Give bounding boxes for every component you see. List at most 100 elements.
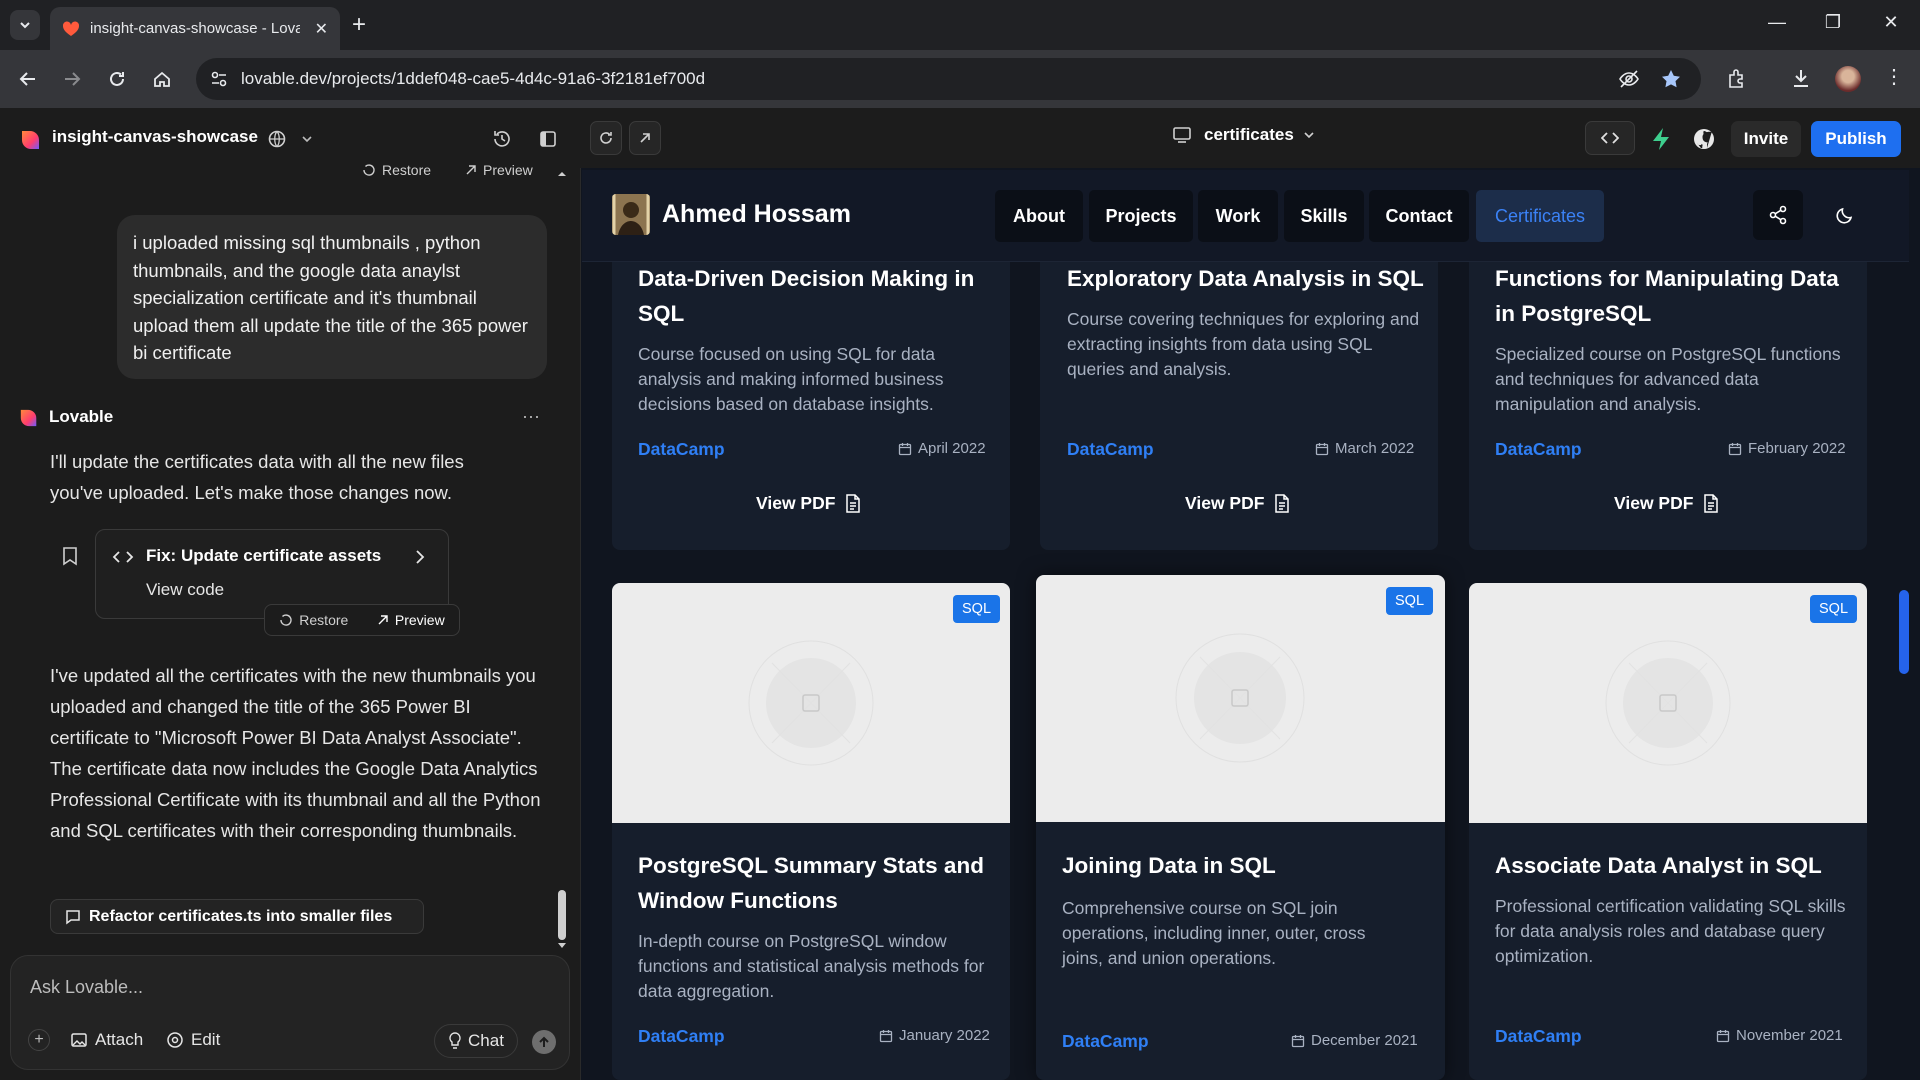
nav-certificates[interactable]: Certificates [1476, 190, 1604, 242]
minimize-button[interactable]: — [1762, 12, 1792, 33]
github-icon[interactable] [1692, 127, 1716, 151]
portrait-image [612, 194, 650, 235]
calendar-icon [1291, 1034, 1305, 1047]
certificate-thumbnail-placeholder[interactable] [1036, 575, 1445, 822]
user-message: i uploaded missing sql thumbnails , pyth… [117, 215, 547, 379]
lovable-logo-icon[interactable] [20, 129, 42, 151]
image-placeholder-icon [1605, 640, 1731, 766]
chevron-down-icon[interactable] [300, 132, 314, 146]
card-issuer[interactable]: DataCamp [638, 1026, 725, 1047]
chevron-right-icon[interactable] [414, 549, 426, 565]
file-text-icon [1275, 494, 1290, 513]
edit-label: Edit [191, 1030, 221, 1049]
restore-window-button[interactable]: ❐ [1818, 12, 1848, 33]
globe-icon[interactable] [268, 130, 286, 148]
reload-icon [110, 71, 124, 86]
sidebar-toggle-icon[interactable] [538, 129, 558, 149]
address-bar[interactable]: lovable.dev/projects/1ddef048-cae5-4d4c-… [196, 58, 1701, 100]
card-description: Course covering techniques for exploring… [1067, 309, 1420, 379]
card-title: Associate Data Analyst in SQL [1495, 853, 1822, 878]
restore-button[interactable]: Restore [279, 612, 348, 628]
share-button[interactable] [1753, 190, 1803, 240]
profile-avatar[interactable] [1835, 66, 1861, 92]
open-external-button[interactable] [629, 121, 661, 155]
publish-button[interactable]: Publish [1811, 121, 1901, 157]
view-pdf-button[interactable]: View PDF [1185, 493, 1290, 514]
theme-toggle-button[interactable] [1820, 190, 1870, 240]
reload-button[interactable] [101, 63, 133, 95]
card-description: Specialized course on PostgreSQL functio… [1495, 344, 1841, 414]
tab-search-button[interactable] [10, 10, 40, 40]
preview-button[interactable]: Preview [377, 612, 445, 628]
calendar-icon [879, 1029, 893, 1042]
file-text-icon [1704, 494, 1719, 513]
site-brand[interactable]: Ahmed Hossam [662, 200, 851, 229]
image-placeholder-icon [748, 640, 874, 766]
view-pdf-button[interactable]: View PDF [1614, 493, 1719, 514]
scroll-up-icon[interactable] [556, 168, 568, 180]
nav-about[interactable]: About [995, 190, 1083, 242]
card-issuer[interactable]: DataCamp [1495, 1026, 1582, 1047]
new-tab-button[interactable]: + [352, 12, 366, 38]
assistant-summary: I've updated all the certificates with t… [50, 665, 541, 841]
site-logo-avatar[interactable] [612, 194, 650, 235]
extensions-icon[interactable] [1726, 67, 1748, 89]
card-date-text: April 2022 [918, 440, 986, 457]
invite-button[interactable]: Invite [1731, 121, 1801, 157]
message-square-icon [66, 909, 80, 924]
back-button[interactable] [12, 63, 44, 95]
top-preview-action[interactable]: Preview [465, 162, 533, 178]
project-name[interactable]: insight-canvas-showcase [52, 127, 258, 147]
history-icon[interactable] [492, 129, 512, 149]
suggestion-chip[interactable]: Refactor certificates.ts into smaller fi… [50, 899, 424, 934]
fix-card-title: Fix: Update certificate assets [146, 546, 382, 565]
browser-tab[interactable]: insight-canvas-showcase - Lova ✕ [50, 7, 340, 50]
send-button[interactable] [532, 1030, 556, 1054]
refresh-icon [600, 132, 612, 144]
card-issuer[interactable]: DataCamp [1495, 439, 1582, 460]
code-view-button[interactable] [1585, 121, 1635, 155]
nav-skills[interactable]: Skills [1284, 190, 1364, 242]
site-info-icon[interactable] [210, 70, 228, 88]
plus-button[interactable]: + [28, 1029, 50, 1051]
bookmark-icon[interactable] [62, 546, 78, 566]
nav-work[interactable]: Work [1198, 190, 1278, 242]
view-code-link[interactable]: View code [146, 580, 224, 600]
card-date-text: February 2022 [1748, 440, 1846, 457]
browser-menu-icon[interactable]: ⋮ [1884, 64, 1904, 89]
supabase-bolt-icon[interactable] [1650, 127, 1672, 151]
page-selector[interactable]: certificates [1172, 125, 1316, 145]
top-restore-action[interactable]: Restore [362, 162, 431, 178]
card-issuer[interactable]: DataCamp [1067, 439, 1154, 460]
card-description: Professional certification validating SQ… [1495, 896, 1846, 966]
category-badge: SQL [1386, 587, 1434, 615]
preview-scrollbar[interactable] [1899, 590, 1909, 674]
eye-off-icon[interactable] [1618, 69, 1640, 89]
certificate-thumbnail-placeholder[interactable] [1469, 583, 1867, 823]
preview-refresh-button[interactable] [590, 121, 622, 155]
attach-button[interactable]: Attach [70, 1030, 143, 1050]
card-title: PostgreSQL Summary Stats and Window Func… [638, 853, 984, 913]
view-pdf-label: View PDF [1185, 493, 1265, 513]
nav-projects[interactable]: Projects [1089, 190, 1193, 242]
tab-close-icon[interactable]: ✕ [315, 19, 328, 39]
bookmark-star-icon[interactable] [1660, 68, 1682, 90]
forward-button[interactable] [56, 63, 88, 95]
home-button[interactable] [146, 63, 178, 95]
tab-title: insight-canvas-showcase - Lova [90, 20, 300, 37]
view-pdf-button[interactable]: View PDF [756, 493, 861, 514]
message-more-icon[interactable]: ··· [522, 406, 540, 427]
certificate-thumbnail-placeholder[interactable] [612, 583, 1010, 823]
card-description: Course focused on using SQL for data ana… [638, 344, 944, 414]
moon-icon [1836, 207, 1853, 224]
scroll-down-icon[interactable] [556, 941, 568, 951]
card-issuer[interactable]: DataCamp [1062, 1031, 1149, 1052]
chat-scrollbar[interactable] [558, 890, 566, 940]
card-issuer[interactable]: DataCamp [638, 439, 725, 460]
chat-input-placeholder[interactable]: Ask Lovable... [30, 977, 143, 998]
download-icon[interactable] [1790, 67, 1812, 89]
nav-contact[interactable]: Contact [1369, 190, 1469, 242]
chat-mode-button[interactable]: Chat [434, 1024, 518, 1058]
close-window-button[interactable]: ✕ [1876, 12, 1906, 33]
edit-button[interactable]: Edit [166, 1030, 220, 1050]
